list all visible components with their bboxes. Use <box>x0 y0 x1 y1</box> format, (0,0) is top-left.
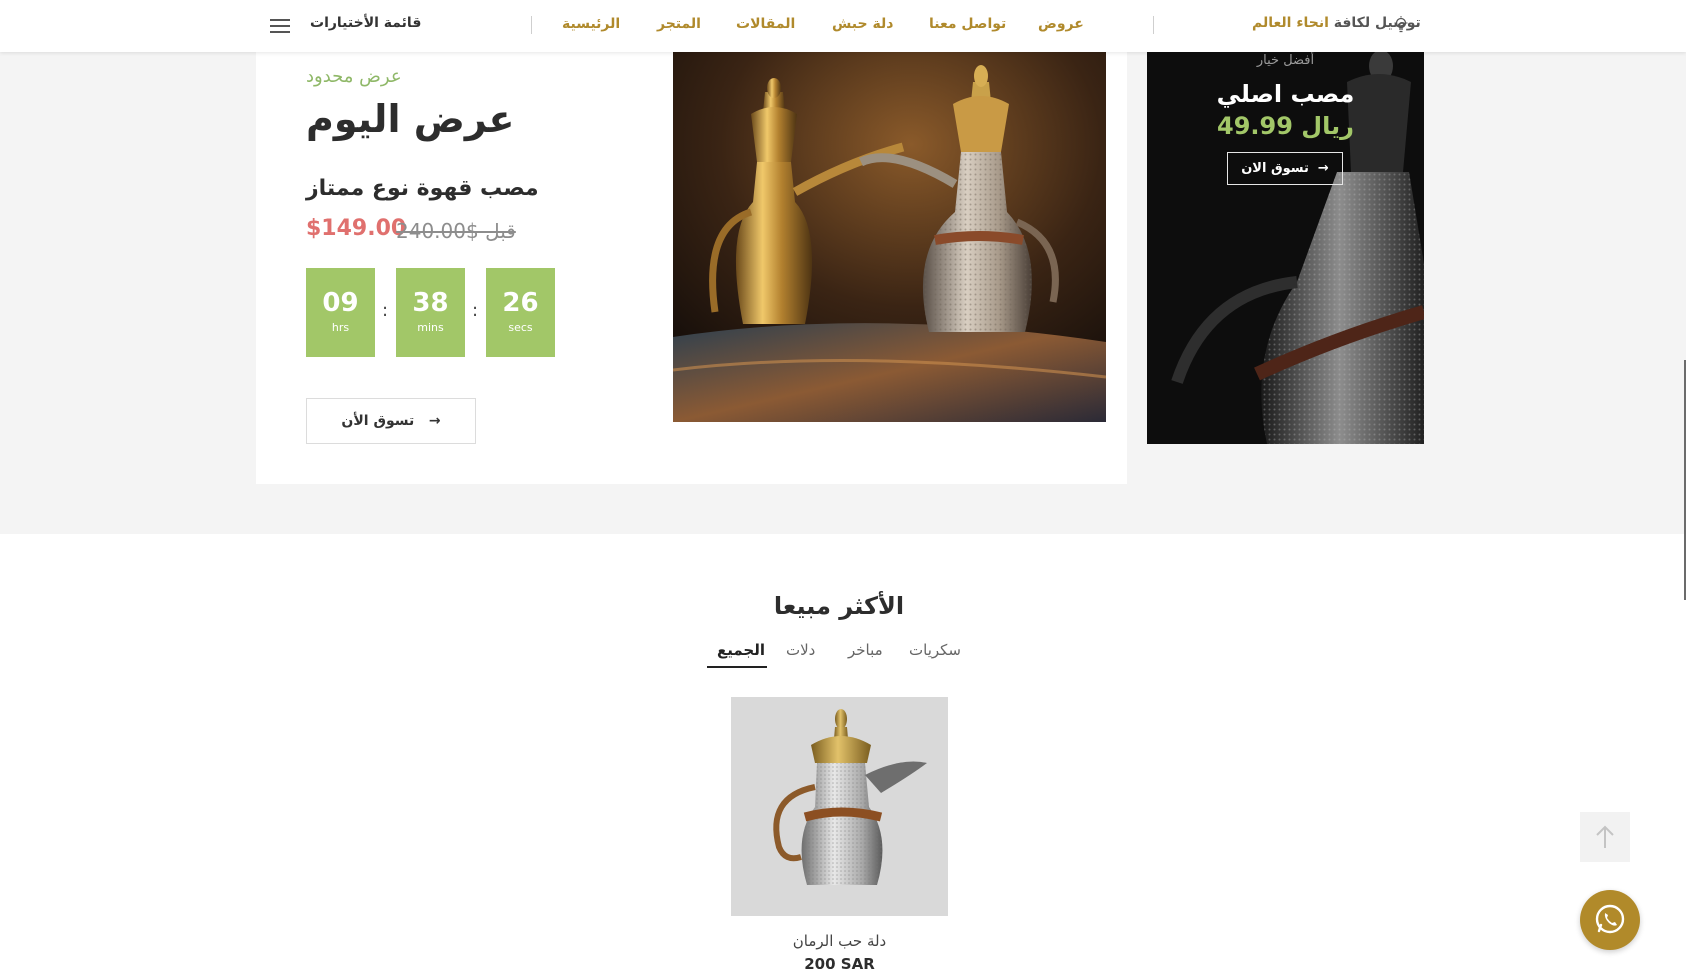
back-to-top-button[interactable] <box>1580 812 1630 862</box>
hamburger-menu-icon[interactable] <box>270 15 290 37</box>
button-label: تسوق الان <box>1241 161 1309 176</box>
button-label: تسوق الأن <box>341 413 415 429</box>
tab-all[interactable]: الجميع <box>717 641 765 659</box>
dallah-silhouette <box>1171 52 1424 444</box>
tab-dallahs[interactable]: دلات <box>786 641 815 659</box>
banner-kicker: أفضل خيار <box>1256 53 1315 68</box>
nav-link-shop[interactable]: المتجر <box>657 16 701 32</box>
tab-sugar-bowls[interactable]: سكريات <box>909 641 961 659</box>
countdown-value: 09 <box>322 288 359 318</box>
nav-link-contact[interactable]: تواصل معنا <box>929 16 1006 32</box>
countdown-seconds: 26 secs <box>486 268 555 357</box>
arrow-up-icon <box>1596 825 1614 848</box>
product-name[interactable]: دلة حب الرمان <box>731 932 948 950</box>
whatsapp-chat-button[interactable] <box>1580 890 1640 950</box>
top-navigation-bar: قائمة الأختيارات الرئيسية المتجر المقالا… <box>0 0 1686 52</box>
best-sellers-title: الأكثر مبيعا <box>773 592 905 620</box>
shipping-accent: انحاء العالم <box>1252 15 1329 31</box>
whatsapp-icon <box>1595 904 1625 934</box>
nav-divider <box>1153 16 1154 34</box>
countdown-unit: secs <box>508 321 533 334</box>
active-tab-underline <box>707 666 767 668</box>
countdown-minutes: 38 mins <box>396 268 465 357</box>
product-card-image[interactable] <box>731 697 948 916</box>
lightbulb-icon <box>1394 16 1408 33</box>
countdown-value: 38 <box>412 288 449 318</box>
arrow-right-icon: → <box>419 413 441 429</box>
banner-price: 49.99 ريال <box>1217 112 1354 140</box>
deal-title: عرض اليوم <box>306 97 515 141</box>
banner-shop-now-button[interactable]: تسوق الان → <box>1227 152 1343 185</box>
deal-product-name[interactable]: مصب قهوة نوع ممتاز <box>306 176 539 201</box>
countdown-unit: hrs <box>331 321 350 334</box>
product-dallah-image <box>773 709 927 885</box>
nav-link-habash-dallah[interactable]: دلة حبش <box>832 16 893 32</box>
banner-title: مصب اصلي <box>1216 80 1355 108</box>
countdown-separator: : <box>382 300 389 321</box>
countdown-separator: : <box>472 300 479 321</box>
deal-subtitle: عرض محدود <box>306 66 402 87</box>
menu-label[interactable]: قائمة الأختيارات <box>310 15 421 31</box>
nav-link-offers[interactable]: عروض <box>1038 16 1084 32</box>
countdown-hours: 09 hrs <box>306 268 375 357</box>
countdown-unit: mins <box>417 321 444 334</box>
arrow-right-icon: → <box>1313 161 1329 176</box>
side-promo-banner[interactable]: أفضل خيار مصب اصلي 49.99 ريال تسوق الان … <box>1147 52 1424 444</box>
deal-price: $149.00 <box>306 216 407 241</box>
countdown-value: 26 <box>502 288 539 318</box>
deal-old-price: قبل $240.00 <box>396 219 516 243</box>
nav-link-home[interactable]: الرئيسية <box>562 16 620 32</box>
nav-divider <box>531 16 532 34</box>
dallah-pair-photo <box>673 52 1106 422</box>
product-price: 200 SAR <box>804 955 875 973</box>
nav-link-articles[interactable]: المقالات <box>736 16 795 32</box>
deal-shop-now-button[interactable]: تسوق الأن → <box>306 398 476 444</box>
tab-incense-burners[interactable]: مباخر <box>848 641 883 659</box>
